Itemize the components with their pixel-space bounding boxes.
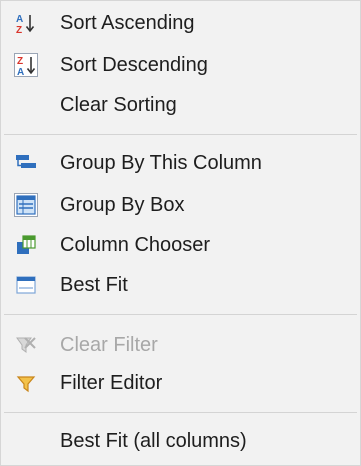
svg-text:Z: Z xyxy=(16,25,22,34)
svg-text:A: A xyxy=(17,67,24,76)
menu-item-sort-descending[interactable]: Z A Sort Descending xyxy=(2,45,359,85)
menu-item-clear-filter: Clear Filter xyxy=(2,325,359,365)
column-chooser-icon xyxy=(15,234,37,256)
menu-item-clear-sorting[interactable]: Clear Sorting xyxy=(2,85,359,125)
menu-item-group-by-this-column[interactable]: Group By This Column xyxy=(2,143,359,183)
menu-item-group-by-box[interactable]: Group By Box xyxy=(2,185,359,225)
menu-separator xyxy=(4,412,357,413)
menu-item-label: Best Fit xyxy=(60,274,128,296)
menu-item-label: Best Fit (all columns) xyxy=(60,430,247,452)
menu-item-best-fit-all-columns[interactable]: Best Fit (all columns) xyxy=(2,421,359,461)
menu-item-label: Clear Filter xyxy=(60,334,158,356)
menu-item-column-chooser[interactable]: Column Chooser xyxy=(2,225,359,265)
menu-item-filter-editor[interactable]: Filter Editor xyxy=(2,363,359,403)
menu-item-best-fit[interactable]: Best Fit xyxy=(2,265,359,305)
menu-item-label: Column Chooser xyxy=(60,234,211,256)
clear-filter-icon xyxy=(15,334,37,356)
best-fit-icon xyxy=(15,274,37,296)
menu-item-label: Group By This Column xyxy=(60,152,262,174)
menu-separator xyxy=(4,134,357,135)
menu-separator xyxy=(4,314,357,315)
group-by-box-icon xyxy=(14,193,38,217)
group-by-column-icon xyxy=(15,152,37,174)
sort-ascending-icon: A Z xyxy=(15,12,37,34)
svg-text:A: A xyxy=(16,14,23,25)
menu-item-label: Group By Box xyxy=(60,194,185,216)
menu-item-label: Sort Ascending xyxy=(60,12,195,34)
svg-text:Z: Z xyxy=(17,56,23,67)
column-context-menu: A Z Sort Ascending Z A Sort Descending C… xyxy=(0,0,361,466)
filter-editor-icon xyxy=(15,372,37,394)
sort-descending-icon: Z A xyxy=(14,53,38,77)
menu-item-sort-ascending[interactable]: A Z Sort Ascending xyxy=(2,3,359,43)
menu-item-label: Sort Descending xyxy=(60,54,208,76)
menu-item-label: Filter Editor xyxy=(60,372,163,394)
menu-item-label: Clear Sorting xyxy=(60,94,177,116)
